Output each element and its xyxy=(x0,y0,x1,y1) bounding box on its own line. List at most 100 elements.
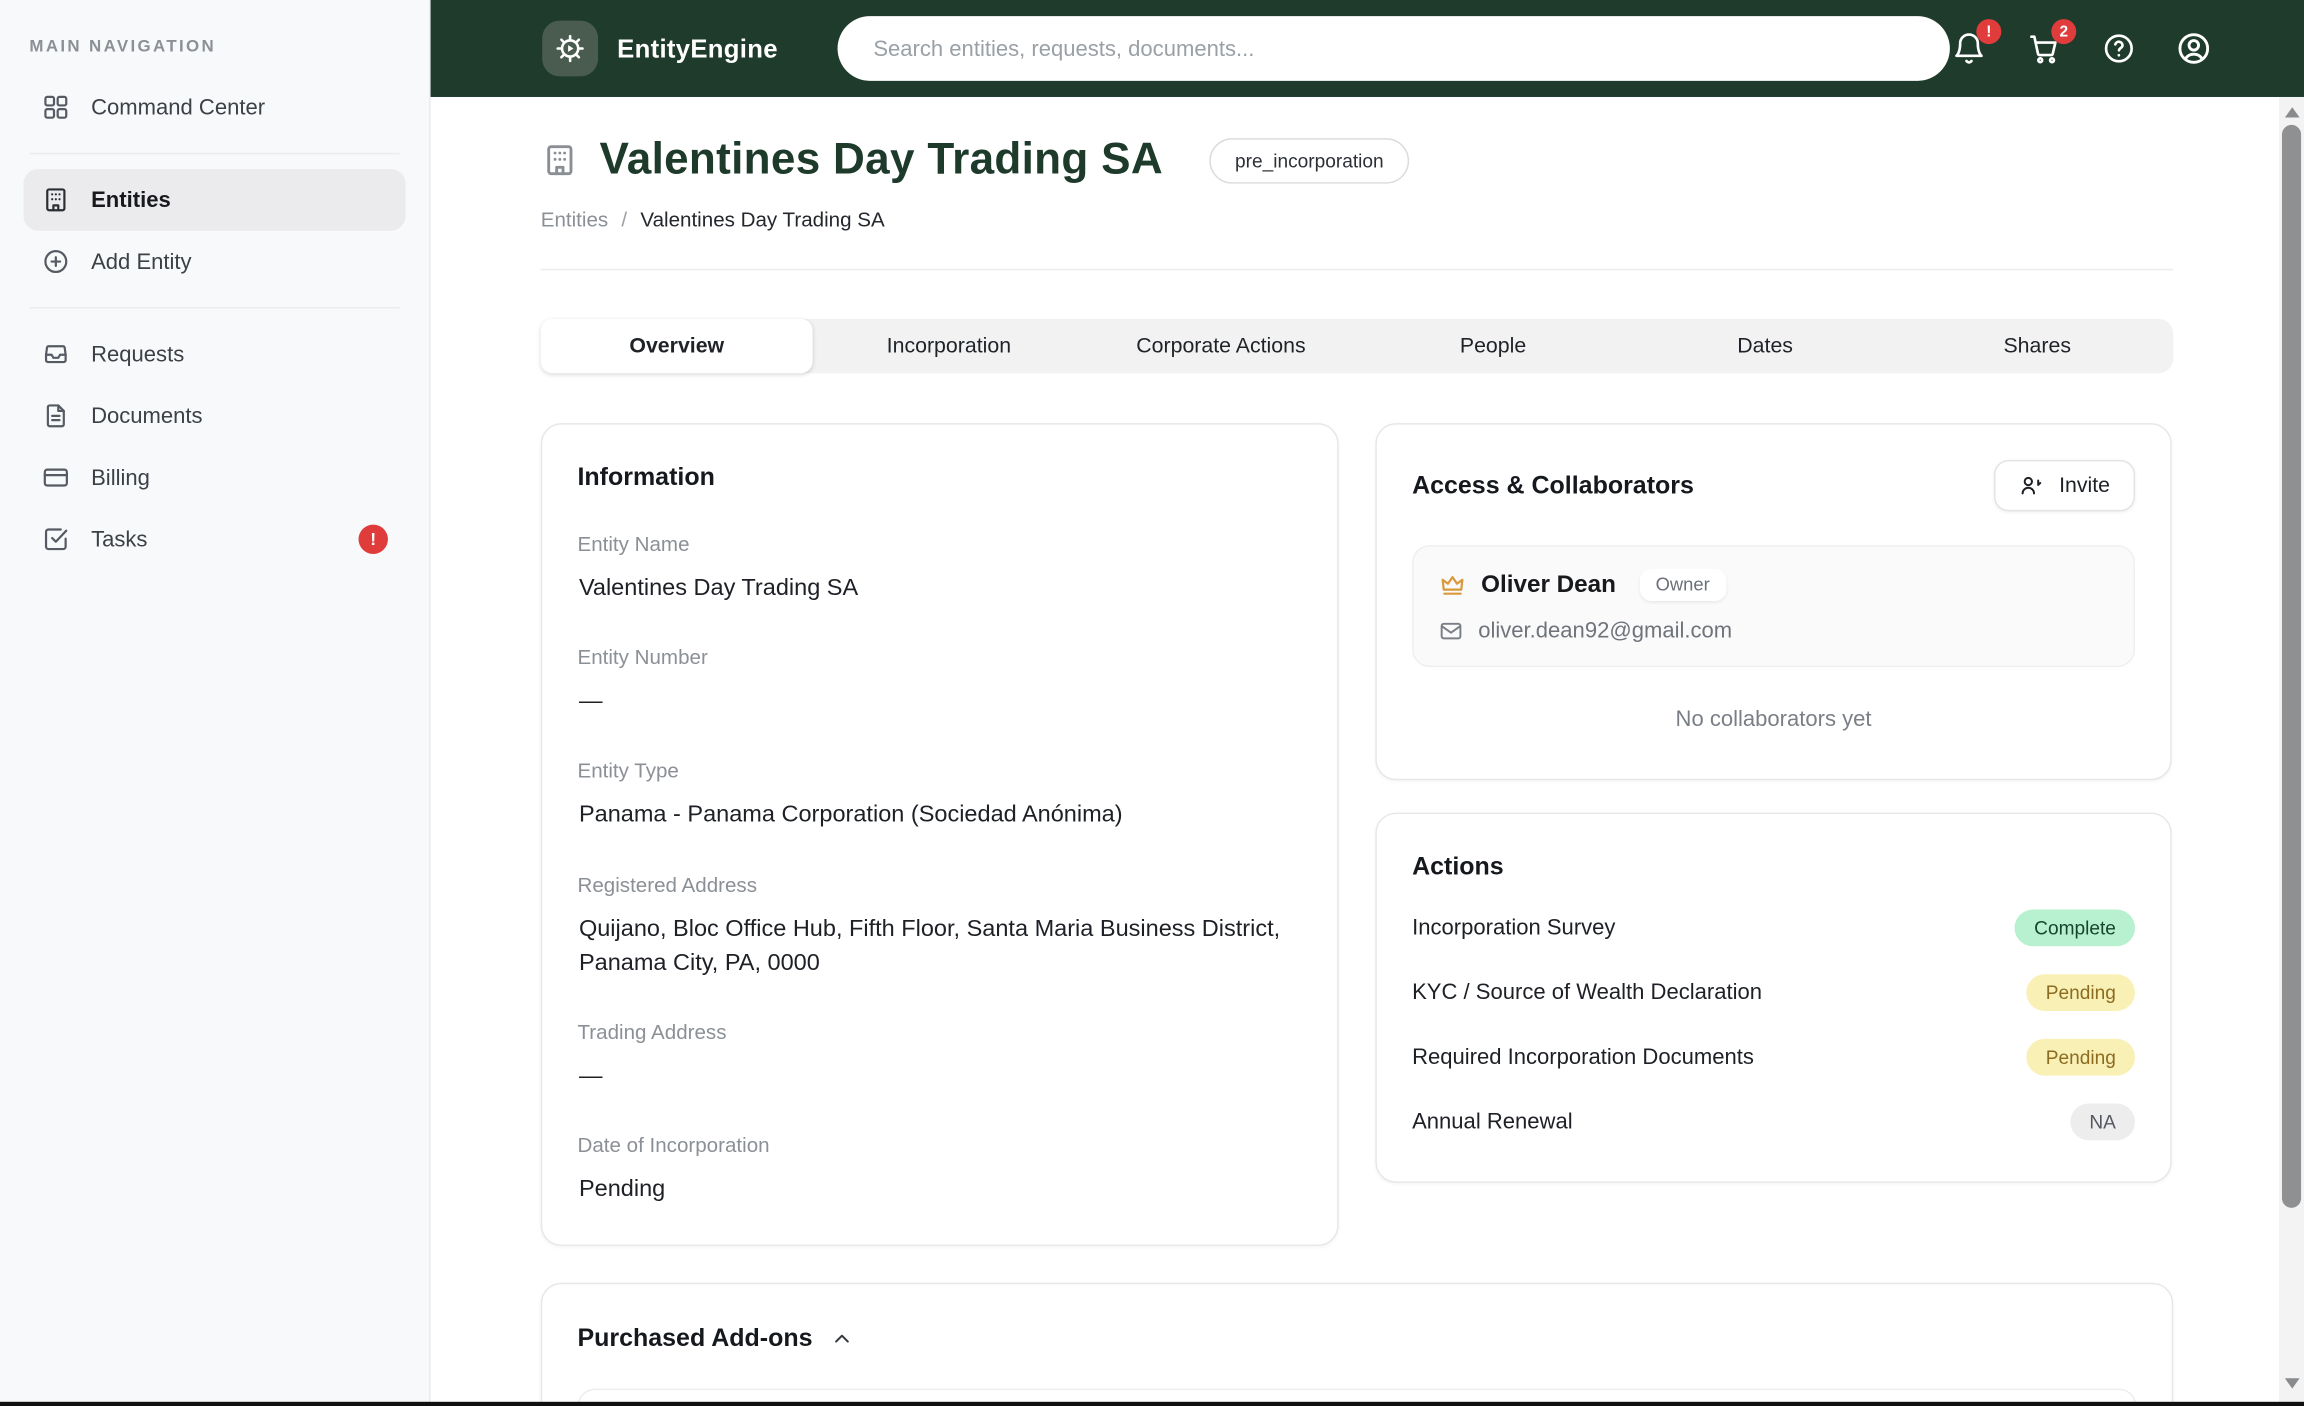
status-badge-na: NA xyxy=(2070,1104,2135,1141)
main-content: Valentines Day Trading SA pre_incorporat… xyxy=(431,97,2279,1406)
entity-status-badge: pre_incorporation xyxy=(1210,137,1409,183)
check-square-icon xyxy=(41,525,70,554)
window-bottom-edge xyxy=(0,1402,2304,1406)
purchased-addons-toggle[interactable]: Purchased Add-ons xyxy=(577,1324,2136,1353)
actions-card: Actions Incorporation Survey Complete KY… xyxy=(1375,813,2171,1183)
action-row-kyc: KYC / Source of Wealth Declaration Pendi… xyxy=(1412,974,2135,1011)
field-label: Trading Address xyxy=(577,1020,1301,1044)
field-label: Registered Address xyxy=(577,872,1301,896)
access-collaborators-card: Access & Collaborators Invite Oliver Dea… xyxy=(1375,423,2171,780)
invite-button[interactable]: Invite xyxy=(1994,460,2135,511)
sidebar-item-label: Add Entity xyxy=(91,249,191,274)
sidebar-nav: Command Center Entities Add Entity Reque… xyxy=(0,76,429,570)
breadcrumb-separator: / xyxy=(621,207,627,231)
gear-icon xyxy=(554,32,586,64)
sidebar-divider xyxy=(29,307,399,308)
sidebar-item-entities[interactable]: Entities xyxy=(24,169,406,231)
page-title: Valentines Day Trading SA xyxy=(600,135,1163,185)
global-search-input[interactable] xyxy=(838,16,1950,81)
tasks-alert-badge: ! xyxy=(359,525,388,554)
divider xyxy=(541,269,2173,270)
invite-label: Invite xyxy=(2059,474,2110,498)
sidebar-item-documents[interactable]: Documents xyxy=(24,385,406,447)
inbox-icon xyxy=(41,339,70,368)
field-registered-address: Registered Address Quijano, Bloc Office … xyxy=(577,872,1301,980)
sidebar-item-label: Billing xyxy=(91,465,150,490)
scrollbar-up-arrow[interactable] xyxy=(2284,107,2299,117)
breadcrumb: Entities / Valentines Day Trading SA xyxy=(541,207,2173,231)
action-label: Required Incorporation Documents xyxy=(1412,1045,1754,1070)
owner-tile: Oliver Dean Owner oliver.dean92@gmail.co… xyxy=(1412,545,2135,667)
field-label: Entity Type xyxy=(577,759,1301,783)
tab-bar: Overview Incorporation Corporate Actions… xyxy=(541,319,2173,373)
cart-count-badge: 2 xyxy=(2051,19,2076,44)
field-value: — xyxy=(577,685,1301,719)
sidebar-item-add-entity[interactable]: Add Entity xyxy=(24,231,406,293)
owner-email: oliver.dean92@gmail.com xyxy=(1478,619,1732,644)
tab-corporate-actions[interactable]: Corporate Actions xyxy=(1085,319,1357,373)
tab-shares[interactable]: Shares xyxy=(1901,319,2173,373)
action-row-incorporation-survey: Incorporation Survey Complete xyxy=(1412,910,2135,947)
header-actions: ! 2 xyxy=(1950,29,2260,67)
sidebar-item-command-center[interactable]: Command Center xyxy=(24,76,406,138)
building-icon xyxy=(541,141,579,179)
information-card: Information Entity Name Valentines Day T… xyxy=(541,423,1339,1246)
sidebar-item-billing[interactable]: Billing xyxy=(24,447,406,509)
action-label: Incorporation Survey xyxy=(1412,915,1615,940)
action-label: KYC / Source of Wealth Declaration xyxy=(1412,980,1762,1005)
app-window: MAIN NAVIGATION Command Center Entities … xyxy=(0,0,2304,1406)
brand-name: EntityEngine xyxy=(617,33,778,64)
document-icon xyxy=(41,401,70,430)
field-date-of-incorporation: Date of Incorporation Pending xyxy=(577,1133,1301,1207)
field-entity-name: Entity Name Valentines Day Trading SA xyxy=(577,532,1301,606)
top-header: EntityEngine ! 2 xyxy=(431,0,2304,97)
field-trading-address: Trading Address — xyxy=(577,1020,1301,1094)
sidebar-item-label: Documents xyxy=(91,403,202,428)
field-value: Pending xyxy=(577,1173,1301,1207)
purchased-addons-card: Purchased Add-ons Annual Accounts purcha… xyxy=(541,1283,2173,1406)
notifications-count-badge: ! xyxy=(1976,19,2001,44)
field-entity-number: Entity Number — xyxy=(577,645,1301,719)
plus-circle-icon xyxy=(41,247,70,276)
help-button[interactable] xyxy=(2100,29,2138,67)
scrollbar[interactable] xyxy=(2279,97,2304,1406)
tab-people[interactable]: People xyxy=(1357,319,1629,373)
notifications-button[interactable]: ! xyxy=(1950,29,1988,67)
field-value: — xyxy=(577,1059,1301,1093)
breadcrumb-entities-link[interactable]: Entities xyxy=(541,207,608,231)
information-title: Information xyxy=(577,463,1301,492)
sidebar-item-label: Entities xyxy=(91,187,171,212)
mail-icon xyxy=(1439,619,1464,644)
tab-overview[interactable]: Overview xyxy=(541,319,813,373)
sidebar-item-label: Requests xyxy=(91,342,184,367)
sidebar-item-tasks[interactable]: Tasks ! xyxy=(24,508,406,570)
action-row-annual-renewal: Annual Renewal NA xyxy=(1412,1104,2135,1141)
status-badge-pending: Pending xyxy=(2027,974,2135,1011)
breadcrumb-current: Valentines Day Trading SA xyxy=(640,207,884,231)
tab-incorporation[interactable]: Incorporation xyxy=(813,319,1085,373)
cart-button[interactable]: 2 xyxy=(2025,29,2063,67)
field-label: Date of Incorporation xyxy=(577,1133,1301,1157)
sidebar: MAIN NAVIGATION Command Center Entities … xyxy=(0,0,431,1406)
field-value: Quijano, Bloc Office Hub, Fifth Floor, S… xyxy=(577,912,1301,980)
action-row-required-documents: Required Incorporation Documents Pending xyxy=(1412,1039,2135,1076)
app-logo[interactable] xyxy=(542,21,598,77)
field-value: Panama - Panama Corporation (Sociedad An… xyxy=(577,798,1301,832)
sidebar-item-requests[interactable]: Requests xyxy=(24,323,406,385)
status-badge-pending: Pending xyxy=(2027,1039,2135,1076)
purchased-addons-title: Purchased Add-ons xyxy=(577,1324,812,1353)
field-label: Entity Number xyxy=(577,645,1301,669)
sidebar-item-label: Command Center xyxy=(91,95,265,120)
field-entity-type: Entity Type Panama - Panama Corporation … xyxy=(577,759,1301,833)
field-label: Entity Name xyxy=(577,532,1301,556)
sidebar-item-label: Tasks xyxy=(91,527,147,552)
owner-role-badge: Owner xyxy=(1639,569,1725,601)
scrollbar-down-arrow[interactable] xyxy=(2284,1378,2299,1388)
tab-dates[interactable]: Dates xyxy=(1629,319,1901,373)
page-title-row: Valentines Day Trading SA pre_incorporat… xyxy=(541,135,2173,185)
no-collaborators-text: No collaborators yet xyxy=(1412,707,2135,732)
field-value: Valentines Day Trading SA xyxy=(577,572,1301,606)
profile-button[interactable] xyxy=(2175,29,2213,67)
scrollbar-thumb[interactable] xyxy=(2282,125,2301,1208)
crown-icon xyxy=(1439,571,1467,599)
